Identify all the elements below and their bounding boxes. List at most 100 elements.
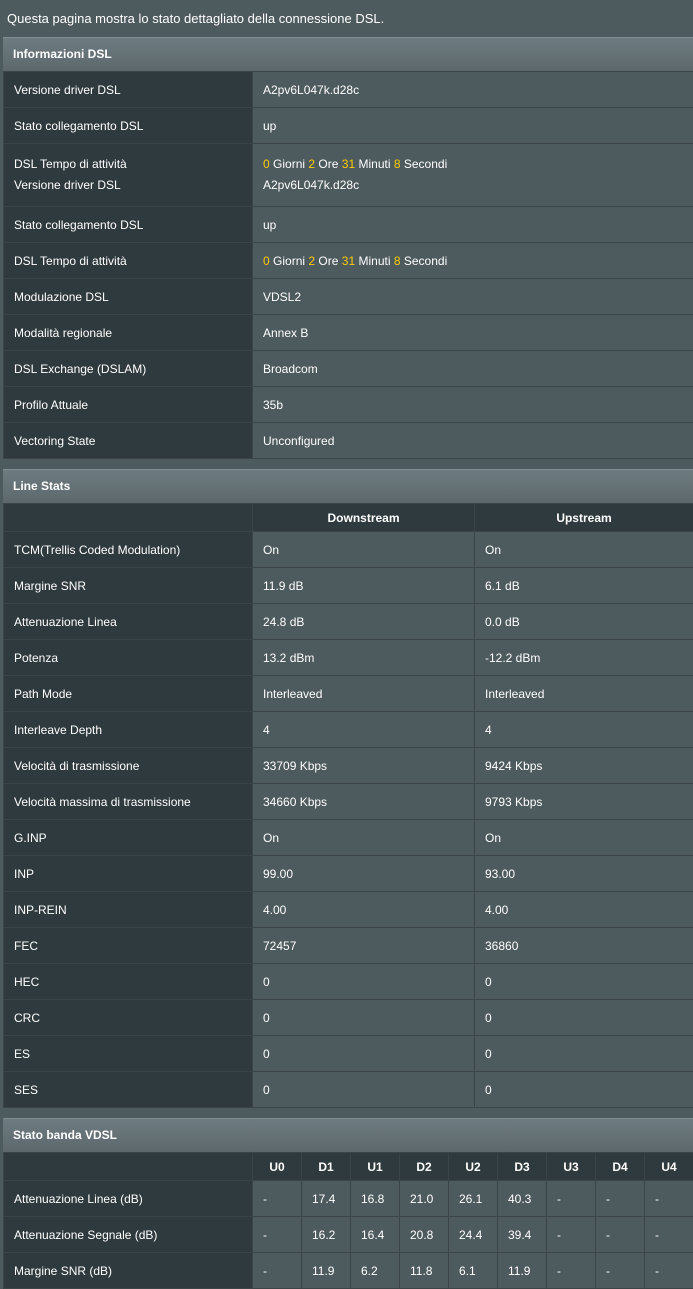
downstream-value: 99.00 bbox=[253, 856, 475, 892]
row-value: Annex B bbox=[253, 315, 693, 351]
row-label: Attenuazione Linea bbox=[4, 604, 253, 640]
row-label: Velocità di trasmissione bbox=[4, 748, 253, 784]
uptime-secs: 8 bbox=[394, 157, 401, 171]
band-header-d2: D2 bbox=[400, 1153, 449, 1181]
band-header-d4: D4 bbox=[596, 1153, 645, 1181]
band-value-d3: 39.4 bbox=[498, 1217, 547, 1253]
dsl-info-section: Informazioni DSL Versione driver DSL A2p… bbox=[3, 37, 693, 459]
row-label: Stato collegamento DSL bbox=[4, 207, 253, 243]
dsl-info-row: Profilo Attuale 35b bbox=[4, 387, 693, 423]
line-stats-title: Line Stats bbox=[3, 469, 693, 503]
downstream-value: 0 bbox=[253, 1000, 475, 1036]
vdsl-band-header-row: U0D1U1D2U2D3U3D4U4 bbox=[4, 1153, 693, 1181]
row-label: Margine SNR (dB) bbox=[4, 1253, 253, 1289]
uptime-secs: 8 bbox=[394, 254, 401, 268]
upstream-value: 9793 Kbps bbox=[475, 784, 693, 820]
band-value-d3: 11.9 bbox=[498, 1253, 547, 1289]
row-label: Versione driver DSL bbox=[4, 72, 253, 108]
dsl-info-row: Modulazione DSL VDSL2 bbox=[4, 279, 693, 315]
band-value-d2: 21.0 bbox=[400, 1181, 449, 1217]
downstream-value: 33709 Kbps bbox=[253, 748, 475, 784]
line-stats-row: Potenza13.2 dBm-12.2 dBm bbox=[4, 640, 693, 676]
dsl-info-row: Modalità regionale Annex B bbox=[4, 315, 693, 351]
row-label: SES bbox=[4, 1072, 253, 1108]
upstream-value: 0.0 dB bbox=[475, 604, 693, 640]
vdsl-band-section: Stato banda VDSL U0D1U1D2U2D3U3D4U4 Atte… bbox=[3, 1118, 693, 1289]
downstream-value: Interleaved bbox=[253, 676, 475, 712]
band-header-u1: U1 bbox=[351, 1153, 400, 1181]
row-value: VDSL2 bbox=[253, 279, 693, 315]
uptime-mins: 31 bbox=[342, 254, 355, 268]
page-intro: Questa pagina mostra lo stato dettagliat… bbox=[0, 0, 693, 37]
upstream-value: 6.1 dB bbox=[475, 568, 693, 604]
uptime-label: DSL Tempo di attività bbox=[14, 154, 242, 175]
vdsl-band-row: Attenuazione Segnale (dB)-16.216.420.824… bbox=[4, 1217, 693, 1253]
row-value: Unconfigured bbox=[253, 423, 693, 459]
band-value-u3: - bbox=[547, 1181, 596, 1217]
line-stats-header-row: Downstream Upstream bbox=[4, 504, 693, 532]
row-label: ES bbox=[4, 1036, 253, 1072]
downstream-value: 24.8 dB bbox=[253, 604, 475, 640]
driver-label: Versione driver DSL bbox=[14, 175, 242, 196]
band-value-u4: - bbox=[645, 1253, 693, 1289]
uptime-hours: 2 bbox=[308, 254, 315, 268]
uptime-days: 0 bbox=[263, 254, 270, 268]
line-stats-section: Line Stats Downstream Upstream TCM(Trell… bbox=[3, 469, 693, 1108]
vdsl-band-title: Stato banda VDSL bbox=[3, 1118, 693, 1152]
uptime-mins: 31 bbox=[342, 157, 355, 171]
band-value-u3: - bbox=[547, 1217, 596, 1253]
dsl-info-row: Stato collegamento DSL up bbox=[4, 207, 693, 243]
band-value-d1: 17.4 bbox=[302, 1181, 351, 1217]
row-value: 0 Giorni 2 Ore 31 Minuti 8 Secondi A2pv6… bbox=[253, 144, 693, 207]
band-header-d1: D1 bbox=[302, 1153, 351, 1181]
row-label: Path Mode bbox=[4, 676, 253, 712]
uptime-mins-unit: Minuti bbox=[358, 254, 390, 268]
row-label: HEC bbox=[4, 964, 253, 1000]
downstream-value: On bbox=[253, 532, 475, 568]
dsl-info-title: Informazioni DSL bbox=[3, 37, 693, 71]
uptime-days-unit: Giorni bbox=[273, 157, 305, 171]
dsl-info-row-uptime: DSL Tempo di attività 0 Giorni 2 Ore 31 … bbox=[4, 243, 693, 279]
band-value-d2: 20.8 bbox=[400, 1217, 449, 1253]
upstream-value: 0 bbox=[475, 1000, 693, 1036]
row-label: INP bbox=[4, 856, 253, 892]
band-value-d4: - bbox=[596, 1217, 645, 1253]
dsl-info-row: Versione driver DSL A2pv6L047k.d28c bbox=[4, 72, 693, 108]
line-stats-row: Margine SNR11.9 dB6.1 dB bbox=[4, 568, 693, 604]
band-value-u4: - bbox=[645, 1181, 693, 1217]
row-label: CRC bbox=[4, 1000, 253, 1036]
line-stats-row: Attenuazione Linea24.8 dB0.0 dB bbox=[4, 604, 693, 640]
row-label: Interleave Depth bbox=[4, 712, 253, 748]
band-value-d1: 11.9 bbox=[302, 1253, 351, 1289]
band-value-u0: - bbox=[253, 1181, 302, 1217]
upstream-value: 0 bbox=[475, 964, 693, 1000]
line-stats-row: Velocità di trasmissione33709 Kbps9424 K… bbox=[4, 748, 693, 784]
row-label: Vectoring State bbox=[4, 423, 253, 459]
row-label: Modulazione DSL bbox=[4, 279, 253, 315]
downstream-value: 34660 Kbps bbox=[253, 784, 475, 820]
row-label: G.INP bbox=[4, 820, 253, 856]
band-value-d1: 16.2 bbox=[302, 1217, 351, 1253]
upstream-value: 0 bbox=[475, 1072, 693, 1108]
downstream-value: On bbox=[253, 820, 475, 856]
line-stats-row: INP99.0093.00 bbox=[4, 856, 693, 892]
band-value-u1: 16.8 bbox=[351, 1181, 400, 1217]
driver-value: A2pv6L047k.d28c bbox=[263, 175, 683, 196]
row-label: Velocità massima di trasmissione bbox=[4, 784, 253, 820]
vdsl-band-body: Attenuazione Linea (dB)-17.416.821.026.1… bbox=[4, 1181, 693, 1289]
band-value-d4: - bbox=[596, 1181, 645, 1217]
uptime-days: 0 bbox=[263, 157, 270, 171]
row-label: DSL Exchange (DSLAM) bbox=[4, 351, 253, 387]
dsl-info-table: Versione driver DSL A2pv6L047k.d28c Stat… bbox=[3, 71, 693, 459]
downstream-header: Downstream bbox=[253, 504, 475, 532]
band-value-u4: - bbox=[645, 1217, 693, 1253]
line-stats-row: G.INPOnOn bbox=[4, 820, 693, 856]
upstream-value: 4.00 bbox=[475, 892, 693, 928]
upstream-value: 0 bbox=[475, 1036, 693, 1072]
downstream-value: 72457 bbox=[253, 928, 475, 964]
line-stats-body: TCM(Trellis Coded Modulation)OnOnMargine… bbox=[4, 532, 693, 1108]
row-value: A2pv6L047k.d28c bbox=[253, 72, 693, 108]
line-stats-table: Downstream Upstream TCM(Trellis Coded Mo… bbox=[3, 503, 693, 1108]
row-label: TCM(Trellis Coded Modulation) bbox=[4, 532, 253, 568]
vdsl-band-row: Margine SNR (dB)-11.96.211.86.111.9--- bbox=[4, 1253, 693, 1289]
